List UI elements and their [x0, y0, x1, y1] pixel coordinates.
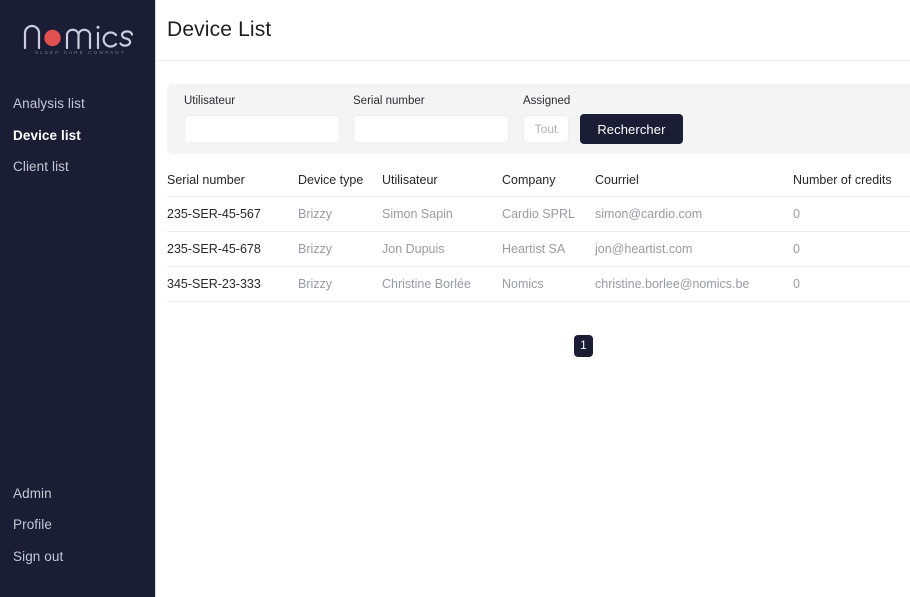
filter-field-serial-number: Serial number [353, 96, 509, 143]
cell-number-of-credits: 0 [793, 232, 910, 267]
cell-device-type: Brizzy [298, 197, 382, 232]
page-title: Device List [156, 0, 910, 42]
cell-courriel: jon@heartist.com [595, 232, 793, 267]
filter-field-utilisateur: Utilisateur [184, 96, 340, 143]
sidebar-item-profile[interactable]: Profile [0, 509, 155, 541]
sidebar-item-device-list[interactable]: Device list [0, 120, 155, 152]
utilisateur-input[interactable] [184, 115, 340, 143]
sidebar-item-client-list[interactable]: Client list [0, 151, 155, 183]
serial-number-input[interactable] [353, 115, 509, 143]
pagination-page-1[interactable]: 1 [574, 335, 593, 357]
sidebar-nav-primary: Analysis list Device list Client list [0, 88, 155, 183]
cell-company: Nomics [502, 267, 595, 302]
sidebar-item-admin[interactable]: Admin [0, 478, 155, 510]
filter-label-assigned: Assigned [523, 96, 570, 108]
cell-device-type: Brizzy [298, 267, 382, 302]
assigned-select[interactable]: Tout [523, 115, 569, 143]
cell-serial-number: 235-SER-45-678 [167, 232, 298, 267]
device-table: Serial number Device type Utilisateur Co… [167, 173, 910, 302]
brand-logo[interactable]: SLEEP CARE COMPANY [0, 0, 155, 72]
cell-number-of-credits: 0 [793, 197, 910, 232]
cell-serial-number: 235-SER-45-567 [167, 197, 298, 232]
cell-company: Heartist SA [502, 232, 595, 267]
table-body: 235-SER-45-567 Brizzy Simon Sapin Cardio… [167, 197, 910, 302]
cell-courriel: christine.borlee@nomics.be [595, 267, 793, 302]
cell-serial-number: 345-SER-23-333 [167, 267, 298, 302]
sidebar-nav-secondary: Admin Profile Sign out [0, 478, 155, 597]
table-row[interactable]: 235-SER-45-567 Brizzy Simon Sapin Cardio… [167, 197, 910, 232]
main-content: Device List Utilisateur Serial number As… [156, 0, 910, 597]
title-divider [156, 60, 910, 61]
table-row[interactable]: 235-SER-45-678 Brizzy Jon Dupuis Heartis… [167, 232, 910, 267]
app-root: SLEEP CARE COMPANY Analysis list Device … [0, 0, 910, 597]
table-row[interactable]: 345-SER-23-333 Brizzy Christine Borlée N… [167, 267, 910, 302]
filter-field-assigned: Assigned Tout [523, 96, 570, 143]
device-table-container: Serial number Device type Utilisateur Co… [167, 173, 910, 302]
cell-utilisateur: Christine Borlée [382, 267, 502, 302]
table-header-row: Serial number Device type Utilisateur Co… [167, 173, 910, 197]
cell-utilisateur: Jon Dupuis [382, 232, 502, 267]
table-head: Serial number Device type Utilisateur Co… [167, 173, 910, 197]
filter-panel: Utilisateur Serial number Assigned Tout … [167, 84, 910, 154]
logo-dot-icon [44, 30, 60, 46]
cell-utilisateur: Simon Sapin [382, 197, 502, 232]
cell-number-of-credits: 0 [793, 267, 910, 302]
filter-label-utilisateur: Utilisateur [184, 96, 340, 108]
sidebar-item-analysis-list[interactable]: Analysis list [0, 88, 155, 120]
th-utilisateur: Utilisateur [382, 173, 502, 197]
th-device-type: Device type [298, 173, 382, 197]
search-button[interactable]: Rechercher [580, 114, 682, 144]
th-courriel: Courriel [595, 173, 793, 197]
cell-courriel: simon@cardio.com [595, 197, 793, 232]
th-serial-number: Serial number [167, 173, 298, 197]
th-number-of-credits: Number of credits [793, 173, 910, 197]
logo-tagline: SLEEP CARE COMPANY [26, 50, 136, 55]
cell-device-type: Brizzy [298, 232, 382, 267]
sidebar: SLEEP CARE COMPANY Analysis list Device … [0, 0, 156, 597]
th-company: Company [502, 173, 595, 197]
filter-label-serial-number: Serial number [353, 96, 509, 108]
pagination: 1 [156, 335, 910, 357]
nomics-logo-mark: SLEEP CARE COMPANY [20, 14, 136, 62]
cell-company: Cardio SPRL [502, 197, 595, 232]
sidebar-item-sign-out[interactable]: Sign out [0, 541, 155, 573]
